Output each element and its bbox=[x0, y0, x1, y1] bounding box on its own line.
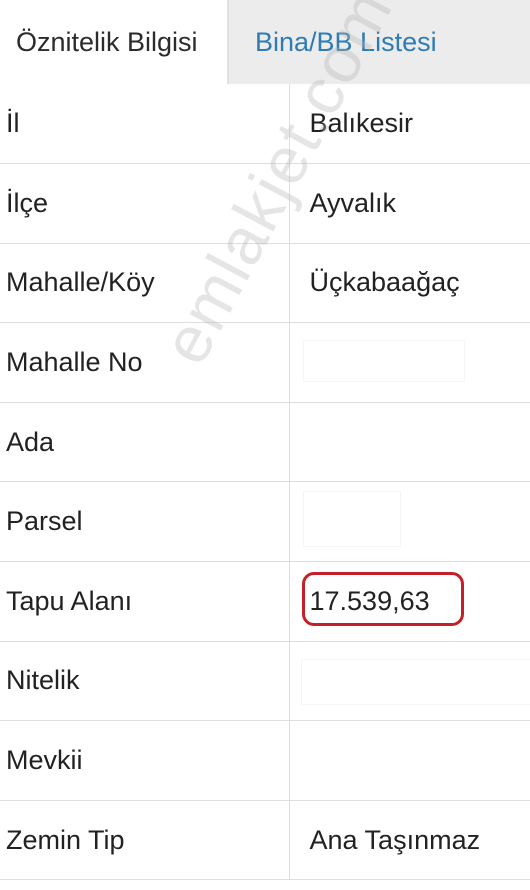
table-row: Tapu Alanı 17.539,63 bbox=[0, 561, 530, 642]
row-label: Mevkii bbox=[0, 720, 290, 801]
table-row: Zemin Tip Ana Taşınmaz bbox=[0, 800, 530, 881]
attribute-info-panel: Öznitelik Bilgisi Bina/BB Listesi İl Bal… bbox=[0, 0, 530, 890]
redaction-box bbox=[303, 492, 400, 547]
row-value-redacted bbox=[289, 322, 530, 403]
tab-building-list[interactable]: Bina/BB Listesi bbox=[228, 0, 530, 84]
row-label: Ada bbox=[0, 402, 290, 483]
row-label: Zemin Tip bbox=[0, 800, 290, 881]
row-label: Mahalle No bbox=[0, 322, 290, 403]
row-label: Nitelik bbox=[0, 641, 290, 722]
row-value-highlighted: 17.539,63 bbox=[289, 561, 530, 642]
tab-bar: Öznitelik Bilgisi Bina/BB Listesi bbox=[0, 0, 530, 84]
row-value-redacted bbox=[289, 641, 530, 722]
tab-label: Öznitelik Bilgisi bbox=[16, 26, 198, 57]
table-row: Parsel bbox=[0, 481, 530, 563]
row-label: Mahalle/Köy bbox=[0, 243, 290, 324]
row-value: Ana Taşınmaz bbox=[289, 800, 530, 881]
row-label: Parsel bbox=[0, 481, 290, 563]
redaction-box bbox=[301, 659, 530, 704]
row-label: Tapu Alanı bbox=[0, 561, 290, 642]
row-value: Balıkesir bbox=[289, 84, 530, 165]
row-value bbox=[289, 402, 530, 483]
table-row: Nitelik bbox=[0, 641, 530, 722]
table-row: Mahalle/Köy Üçkabaağaç bbox=[0, 243, 530, 324]
row-value: Üçkabaağaç bbox=[289, 243, 530, 324]
attribute-table: İl Balıkesir İlçe Ayvalık Mahalle/Köy Üç… bbox=[0, 84, 530, 881]
table-row: İlçe Ayvalık bbox=[0, 163, 530, 244]
table-row: İl Balıkesir bbox=[0, 84, 530, 165]
row-value: Ayvalık bbox=[289, 163, 530, 244]
table-row: Ada bbox=[0, 402, 530, 483]
row-value-redacted bbox=[289, 481, 530, 563]
row-value bbox=[289, 720, 530, 801]
table-row: Mevkii bbox=[0, 720, 530, 801]
tab-attribute-info[interactable]: Öznitelik Bilgisi bbox=[0, 0, 228, 84]
row-label: İlçe bbox=[0, 163, 290, 244]
tab-label: Bina/BB Listesi bbox=[255, 26, 437, 57]
redaction-box bbox=[303, 341, 464, 382]
row-label: İl bbox=[0, 84, 290, 165]
table-row: Mahalle No bbox=[0, 322, 530, 403]
highlight-circle bbox=[301, 572, 464, 627]
